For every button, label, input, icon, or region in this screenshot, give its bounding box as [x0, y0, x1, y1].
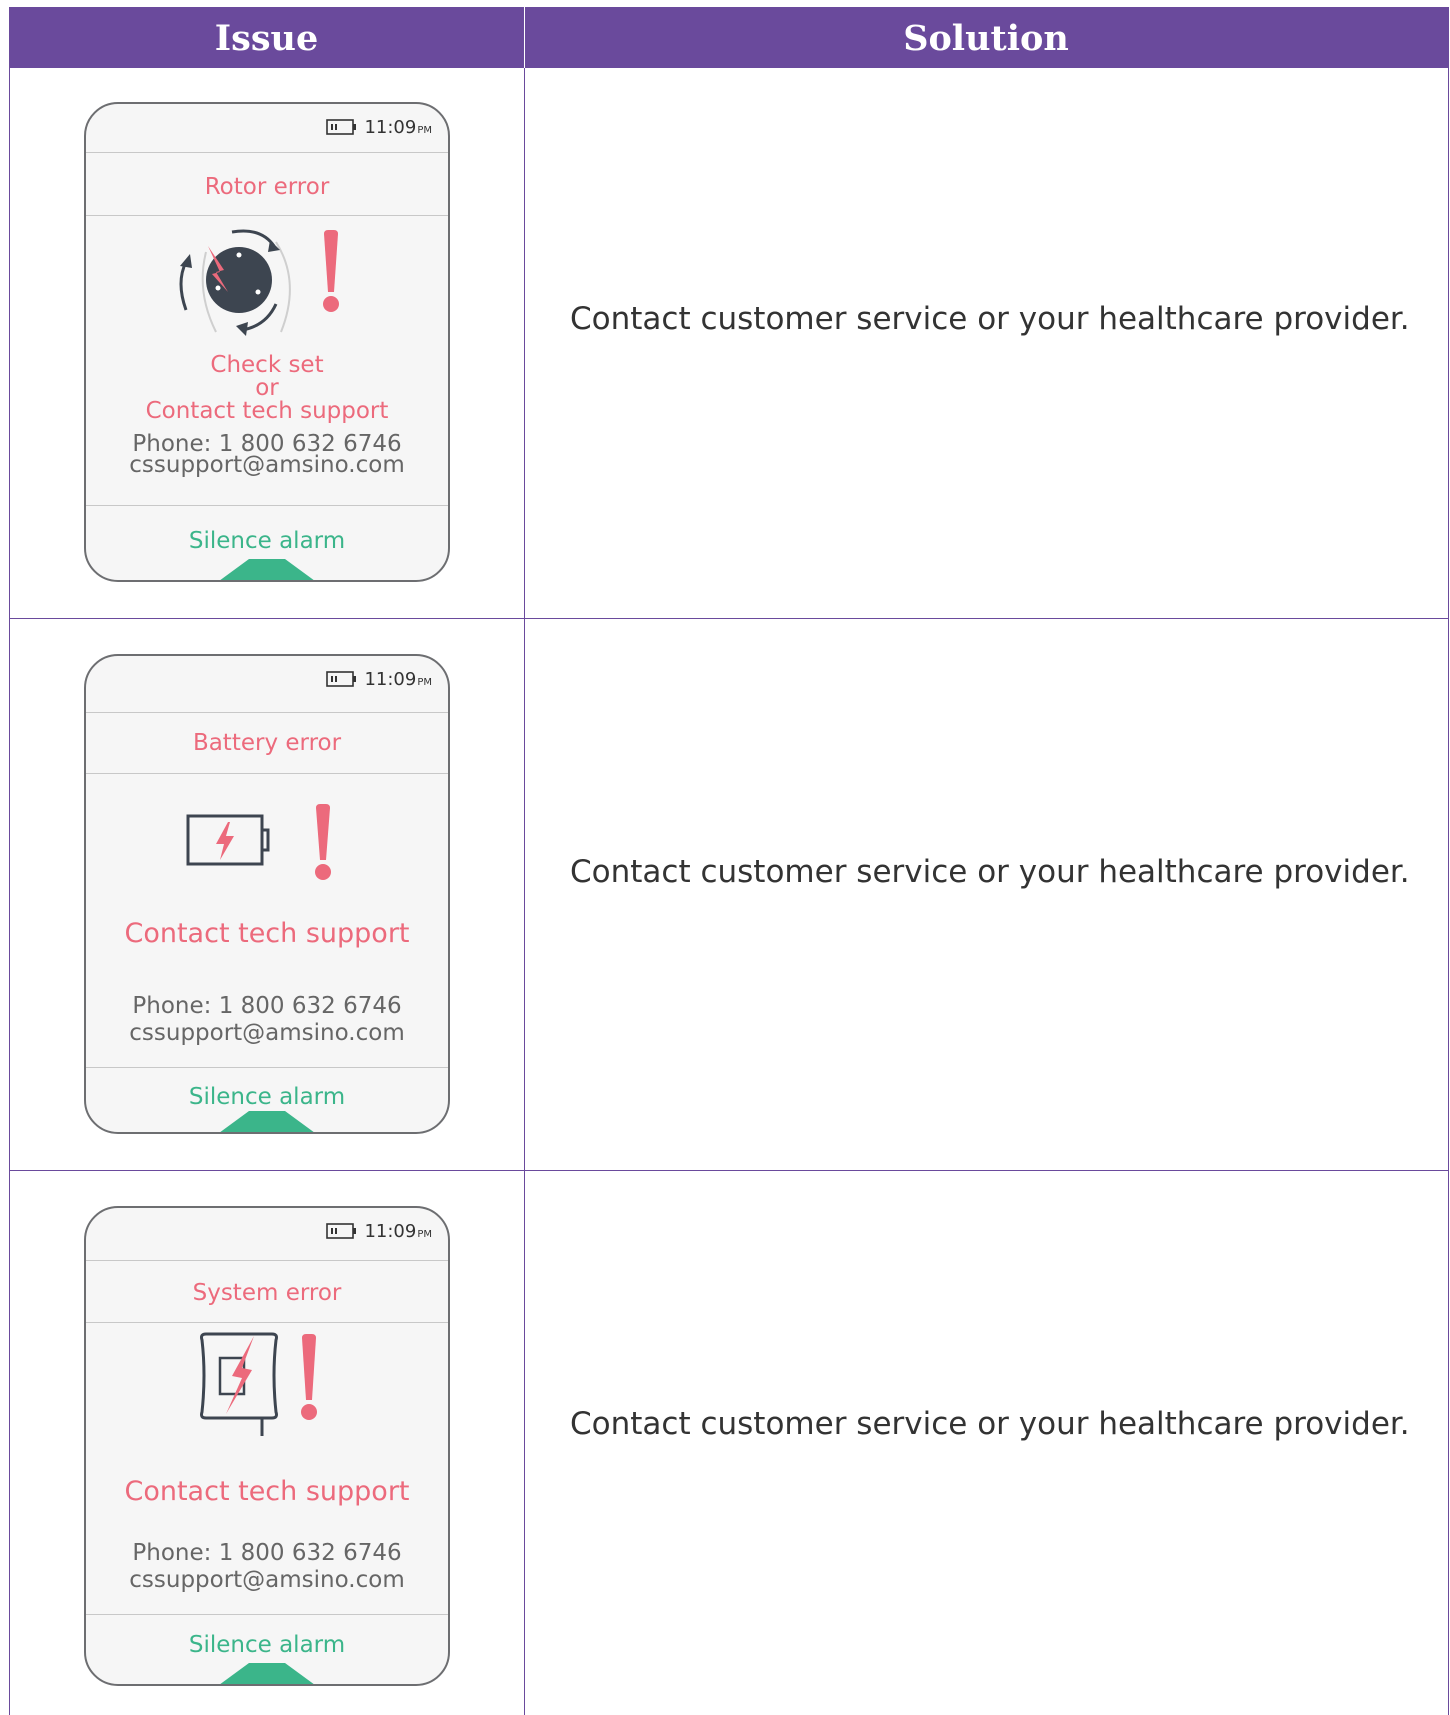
issue-column-header: Issue [214, 18, 319, 59]
system-error-icon [200, 1332, 317, 1436]
row-divider [10, 618, 1448, 619]
divider [86, 152, 448, 153]
support-contact: Phone: 1 800 632 6746 cssupport@amsino.c… [86, 993, 448, 1047]
battery-status-icon [326, 119, 357, 135]
silence-alarm-tab-icon[interactable] [219, 1111, 315, 1133]
clock-meridiem: PM [417, 124, 432, 136]
solution-text: Contact customer service or your healthc… [570, 301, 1410, 337]
divider [86, 773, 448, 774]
error-message: Contact tech support [124, 918, 410, 949]
divider [86, 1614, 448, 1615]
status-bar: 11:09 PM [326, 1218, 432, 1244]
error-title: Battery error [192, 730, 342, 756]
divider [86, 1322, 448, 1323]
status-bar: 11:09 PM [326, 114, 432, 140]
support-phone: Phone: 1 800 632 6746 [132, 993, 402, 1019]
error-title: Rotor error [204, 174, 330, 200]
column-divider [524, 68, 525, 1715]
divider [86, 215, 448, 216]
battery-status-icon [326, 671, 357, 687]
clock-time: 11:09 [364, 1220, 417, 1242]
silence-alarm-tab-icon[interactable] [219, 559, 315, 581]
clock-time: 11:09 [364, 116, 417, 138]
solution-text: Contact customer service or your healthc… [570, 1406, 1410, 1442]
device-screen-system-error: 11:09 PM System error Contact tech suppor… [84, 1206, 450, 1686]
support-contact: Phone: 1 800 632 6746 cssupport@amsino.c… [86, 1540, 448, 1594]
row-divider [10, 1170, 1448, 1171]
battery-error-icon [186, 804, 331, 880]
error-message: Check set or Contact tech support [86, 354, 448, 423]
divider [86, 712, 448, 713]
divider [86, 1260, 448, 1261]
support-contact: Phone: 1 800 632 6746 cssupport@amsino.c… [86, 433, 448, 478]
support-email: cssupport@amsino.com [129, 452, 405, 478]
silence-alarm-button[interactable]: Silence alarm [86, 528, 448, 554]
device-screen-rotor-error: 11:09 PM Rotor error Check set or Contact… [84, 102, 450, 582]
clock-meridiem: PM [417, 676, 432, 688]
clock-meridiem: PM [417, 1228, 432, 1240]
support-email: cssupport@amsino.com [129, 1020, 405, 1046]
message-line: or [255, 375, 279, 401]
divider [86, 505, 448, 506]
battery-status-icon [326, 1223, 357, 1239]
table-header: Issue Solution [10, 7, 1448, 68]
message-line: Check set [210, 352, 324, 378]
error-title: System error [192, 1280, 342, 1306]
divider [86, 1067, 448, 1068]
device-screen-battery-error: 11:09 PM Battery error Contact tech suppo… [84, 654, 450, 1134]
error-message: Contact tech support [124, 1476, 410, 1507]
solution-text: Contact customer service or your healthc… [570, 854, 1410, 890]
silence-alarm-tab-icon[interactable] [219, 1663, 315, 1685]
rotor-error-icon [179, 229, 339, 336]
silence-alarm-button[interactable]: Silence alarm [86, 1084, 448, 1110]
clock-time: 11:09 [364, 668, 417, 690]
silence-alarm-button[interactable]: Silence alarm [86, 1632, 448, 1658]
solution-column-header: Solution [903, 18, 1069, 59]
support-phone: Phone: 1 800 632 6746 [132, 1540, 402, 1566]
status-bar: 11:09 PM [326, 666, 432, 692]
message-line: Contact tech support [145, 398, 389, 424]
troubleshooting-table: Issue Solution 11:09 PM Rotor error Chec… [9, 7, 1449, 1715]
support-email: cssupport@amsino.com [129, 1567, 405, 1593]
